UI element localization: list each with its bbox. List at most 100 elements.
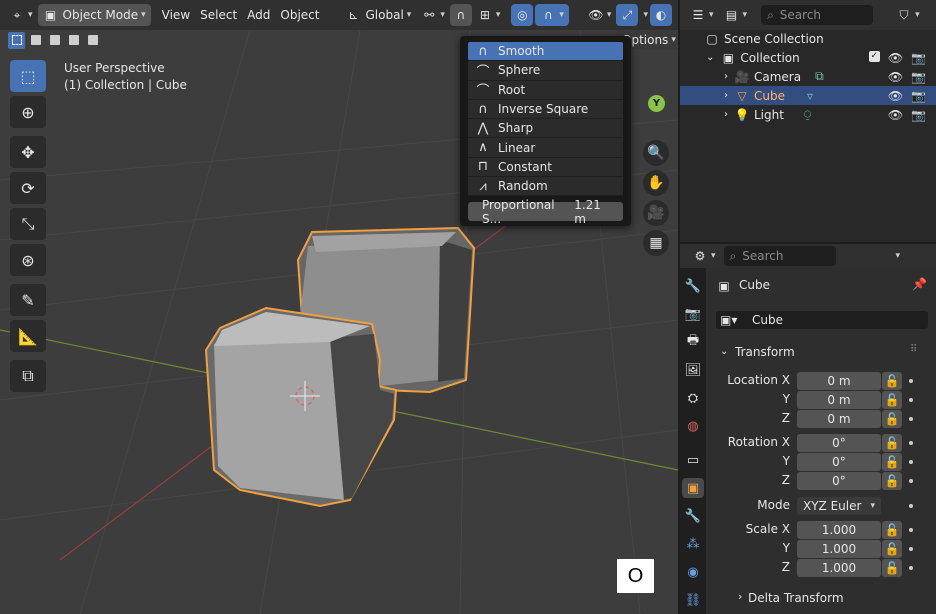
outliner-row-collection[interactable]: ⌄ ▣ Collection ✓ 👁 📷 [680, 48, 936, 67]
outliner-row-camera[interactable]: › 🎥 Camera ⧉ 👁 📷 [680, 67, 936, 86]
location-x-lock[interactable]: 🔓 [882, 372, 902, 390]
rotation-x-field[interactable]: 0° [797, 434, 881, 452]
tab-particles[interactable]: ⁂ [682, 534, 704, 554]
render-camera-icon[interactable]: 📷 [911, 89, 926, 103]
scale-y-lock[interactable]: 🔓 [882, 540, 902, 558]
menu-add[interactable]: Add [242, 4, 275, 26]
keyframe-dot[interactable] [909, 547, 913, 551]
pivot-dropdown[interactable]: ⚯ ▾ [416, 4, 450, 26]
tool-select-box[interactable]: ⬚ [10, 60, 46, 92]
pin-icon[interactable]: 📌 [912, 277, 927, 291]
keyframe-dot[interactable] [909, 441, 913, 445]
transform-panel-title[interactable]: Transform [735, 345, 795, 359]
collapse-arrow-icon[interactable]: ⌄ [720, 346, 728, 357]
light-data-icon[interactable]: ⍜ [804, 107, 811, 122]
outliner-row-light[interactable]: › 💡 Light ⍜ 👁 📷 [680, 105, 936, 124]
render-camera-icon[interactable]: 📷 [911, 51, 926, 65]
expand-arrow-icon[interactable]: › [738, 590, 742, 603]
location-y-lock[interactable]: 🔓 [882, 391, 902, 409]
select-subtract-button[interactable] [46, 32, 63, 49]
falloff-item-sphere[interactable]: ⌒ Sphere [468, 61, 623, 81]
tool-scale[interactable]: ⤡ [10, 208, 46, 240]
tool-annotate[interactable]: ✎ [10, 284, 46, 316]
rotation-y-field[interactable]: 0° [797, 453, 881, 471]
editor-type-button[interactable]: ⌖ ▾ [4, 4, 38, 26]
rotation-x-lock[interactable]: 🔓 [882, 434, 902, 452]
overlays-toggle[interactable]: ◐ [649, 4, 672, 26]
menu-select[interactable]: Select [195, 4, 242, 26]
falloff-item-smooth[interactable]: ∩ Smooth [468, 42, 623, 62]
eye-icon[interactable]: 👁 [888, 70, 903, 84]
scale-x-field[interactable]: 1.000 [797, 521, 881, 539]
rotation-z-lock[interactable]: 🔓 [882, 472, 902, 490]
tool-measure[interactable]: 📐 [10, 320, 46, 352]
keyframe-dot[interactable] [909, 566, 913, 570]
tab-constraints[interactable]: ⛓ [682, 590, 704, 610]
pan-button[interactable]: ✋ [643, 170, 669, 196]
zoom-button[interactable]: 🔍 [643, 140, 669, 166]
keyframe-dot[interactable] [909, 528, 913, 532]
outliner-filter-dropdown[interactable]: ⛉ ▾ [891, 4, 925, 26]
falloff-dropdown[interactable]: ∩ ▾ [535, 4, 569, 26]
falloff-item-sharp[interactable]: ⋀ Sharp [468, 119, 623, 139]
select-intersect-button[interactable] [84, 32, 101, 49]
tab-output[interactable]: 🖶 [682, 332, 704, 352]
keyframe-dot[interactable] [909, 398, 913, 402]
tab-render[interactable]: 📷 [682, 304, 704, 324]
gizmo-dropdown[interactable]: ▾ [638, 4, 650, 26]
outliner-search-input[interactable]: ⌕ Search [761, 5, 874, 25]
tool-add-cube[interactable]: ⧉ [10, 360, 46, 392]
mesh-data-icon[interactable]: ▿ [807, 89, 813, 103]
expand-arrow-icon[interactable]: › [724, 109, 728, 120]
outliner-row-cube[interactable]: › ▽ Cube ▿ 👁 📷 [680, 86, 936, 105]
tab-world[interactable]: ◍ [682, 416, 704, 436]
proportional-editing-toggle[interactable]: ◎ [511, 4, 534, 26]
proportional-size-field[interactable]: Proportional S... 1.21 m [468, 198, 623, 226]
keyframe-dot[interactable] [909, 504, 913, 508]
expand-arrow-icon[interactable]: › [724, 71, 728, 82]
rotation-y-lock[interactable]: 🔓 [882, 453, 902, 471]
delta-transform-title[interactable]: Delta Transform [748, 591, 844, 605]
gizmo-toggle[interactable]: ⤢ [616, 4, 639, 26]
scale-z-field[interactable]: 1.000 [797, 559, 881, 577]
keyframe-dot[interactable] [909, 479, 913, 483]
tab-tool[interactable]: 🔧 [682, 276, 704, 296]
tab-scene[interactable]: ⛭ [682, 388, 704, 408]
orientation-dropdown[interactable]: ⊾ Global ▾ [341, 4, 417, 26]
display-mode-dropdown[interactable]: ▤ ▾ [722, 4, 750, 26]
location-z-lock[interactable]: 🔓 [882, 410, 902, 428]
scale-y-field[interactable]: 1.000 [797, 540, 881, 558]
tool-move[interactable]: ✥ [10, 136, 46, 168]
select-new-button[interactable] [8, 31, 25, 49]
camera-data-icon[interactable]: ⧉ [815, 69, 824, 84]
tab-modifiers[interactable]: 🔧 [682, 506, 704, 526]
drag-handle-icon[interactable]: ⠿ [910, 344, 917, 355]
tool-cursor[interactable]: ⊕ [10, 96, 46, 128]
render-camera-icon[interactable]: 📷 [911, 108, 926, 122]
menu-object[interactable]: Object [275, 4, 324, 26]
camera-view-button[interactable]: 🎥 [643, 200, 669, 226]
outliner-editor-type[interactable]: ☰ ▾ [688, 4, 716, 26]
3d-viewport[interactable]: ⌖ ▾ ▣ Object Mode ▾ View Select Add Objec… [0, 0, 678, 614]
checkbox-icon[interactable]: ✓ [868, 50, 880, 62]
properties-editor-type[interactable]: ⚙ ▾ [690, 245, 718, 267]
gizmo-y-axis[interactable]: Y [648, 95, 665, 112]
scale-x-lock[interactable]: 🔓 [882, 521, 902, 539]
falloff-item-random[interactable]: ⩘ Random [468, 177, 623, 197]
tab-object[interactable]: ▣ [682, 478, 704, 498]
location-x-field[interactable]: 0 m [797, 372, 881, 390]
snap-toggle[interactable]: ∩ [449, 4, 472, 26]
snap-target-dropdown[interactable]: ⊞ ▾ [472, 4, 506, 26]
select-extend-button[interactable] [27, 32, 44, 49]
tab-physics[interactable]: ◉ [682, 562, 704, 582]
falloff-item-constant[interactable]: ⊓ Constant [468, 157, 623, 178]
falloff-item-linear[interactable]: ∧ Linear [468, 138, 623, 158]
object-name-field[interactable]: Cube [716, 311, 928, 329]
render-camera-icon[interactable]: 📷 [911, 70, 926, 84]
expand-arrow-icon[interactable]: › [724, 90, 728, 101]
perspective-toggle[interactable]: ▦ [643, 230, 669, 256]
tool-transform[interactable]: ⊛ [10, 244, 46, 276]
outliner-row-scene-collection[interactable]: ▢ Scene Collection [680, 29, 936, 48]
location-y-field[interactable]: 0 m [797, 391, 881, 409]
eye-icon[interactable]: 👁 [888, 89, 903, 103]
